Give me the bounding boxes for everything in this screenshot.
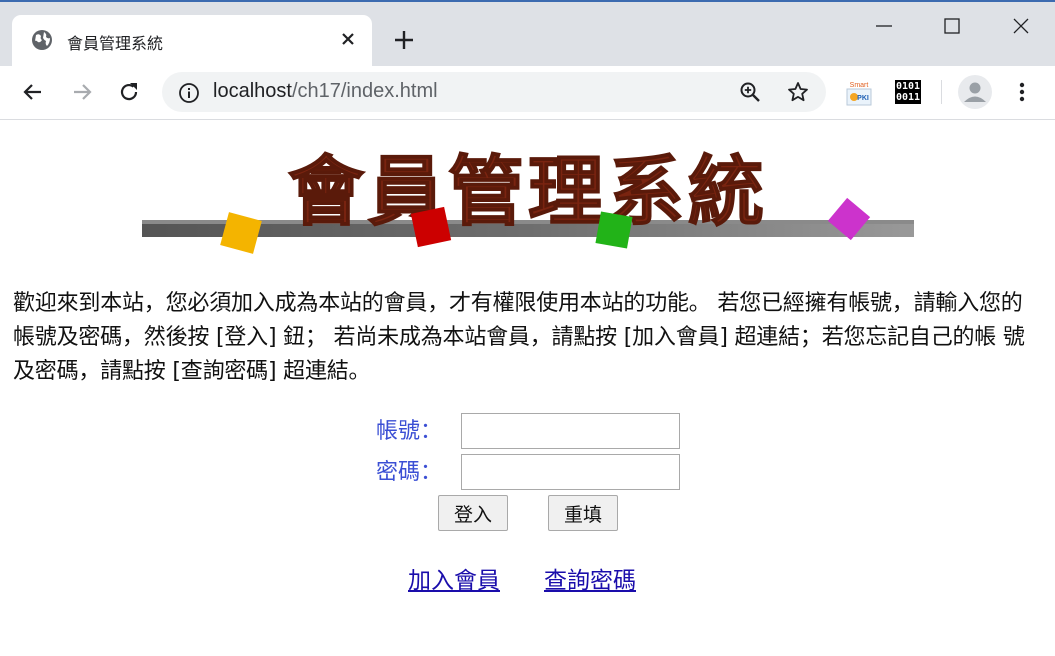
smart-pki-extension-icon[interactable]: Smart PKI [846, 80, 872, 106]
site-logo: 會員管理系統 [142, 146, 914, 254]
browser-titlebar: 會員管理系統 [0, 0, 1055, 68]
url-path: /ch17/index.html [291, 80, 438, 102]
bookmark-star-icon[interactable] [786, 80, 810, 104]
reload-icon[interactable] [117, 80, 141, 104]
smart-pki-text: Smart [850, 82, 869, 89]
info-icon[interactable] [178, 82, 200, 104]
binary-line-1: 0101 [895, 81, 921, 92]
pki-text: PKI [857, 95, 869, 102]
new-tab-icon[interactable] [393, 29, 415, 51]
password-input[interactable] [461, 454, 680, 490]
page-content: 會員管理系統 歡迎來到本站，您必須加入成為本站的會員，才有權限使用本站的功能。 … [0, 120, 1055, 656]
back-arrow-icon[interactable] [21, 80, 45, 104]
close-window-icon[interactable] [1009, 14, 1033, 38]
zoom-icon[interactable] [738, 80, 762, 104]
url-host: localhost [213, 80, 292, 102]
binary-extension-icon[interactable]: 0101 0011 [895, 80, 921, 104]
logo-text: 會員管理系統 [288, 147, 768, 236]
kebab-menu-icon[interactable] [1012, 80, 1032, 104]
password-label: 密碼： [376, 460, 443, 485]
reset-button[interactable]: 重填 [548, 495, 618, 531]
forward-arrow-icon[interactable] [70, 80, 94, 104]
query-password-link[interactable]: 查詢密碼 [544, 561, 636, 595]
profile-avatar-icon[interactable] [958, 75, 992, 109]
account-input[interactable] [461, 413, 680, 449]
browser-toolbar: localhost/ch17/index.html Smart PKI 0101… [0, 66, 1055, 120]
toolbar-divider [941, 80, 942, 104]
minimize-icon[interactable] [872, 14, 896, 38]
maximize-icon[interactable] [940, 14, 964, 38]
url-text[interactable]: localhost/ch17/index.html [213, 80, 438, 103]
address-bar[interactable]: localhost/ch17/index.html [162, 72, 826, 112]
globe-icon [32, 30, 52, 50]
login-button[interactable]: 登入 [438, 495, 508, 531]
tab-title: 會員管理系統 [67, 34, 164, 53]
account-label: 帳號： [376, 419, 443, 444]
close-tab-icon[interactable] [339, 30, 357, 48]
binary-line-2: 0011 [895, 92, 921, 103]
browser-tab[interactable]: 會員管理系統 [12, 15, 372, 68]
join-member-link[interactable]: 加入會員 [408, 561, 500, 595]
intro-paragraph: 歡迎來到本站，您必須加入成為本站的會員，才有權限使用本站的功能。 若您已經擁有帳… [13, 291, 1025, 384]
